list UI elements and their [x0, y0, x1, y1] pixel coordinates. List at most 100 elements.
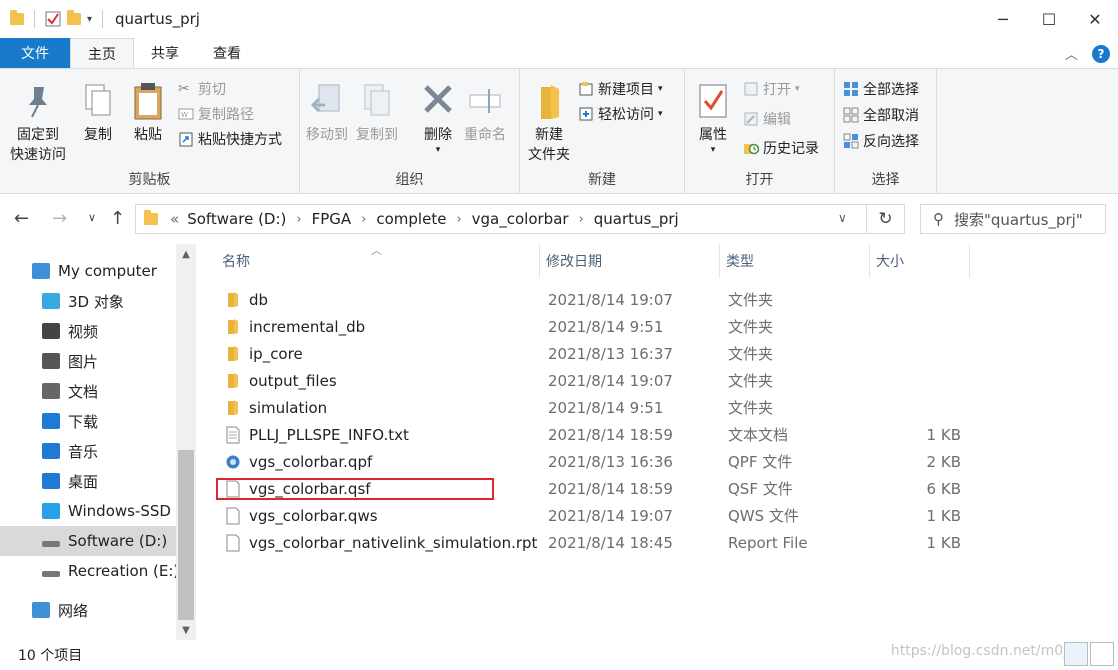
nav-item[interactable]: Recreation (E:) [0, 556, 176, 586]
breadcrumb-software-d[interactable]: Software (D:) [187, 210, 286, 228]
breadcrumb-fpga[interactable]: FPGA [312, 210, 352, 228]
file-row[interactable]: vgs_colorbar.qws 2021/8/14 19:07 QWS 文件 1 K… [216, 502, 1118, 529]
delete-button[interactable]: 删除 ▾ [420, 81, 456, 155]
pin-quick-access-button[interactable]: 固定到 快速访问 [10, 81, 66, 165]
easy-access-button[interactable]: 轻松访问 ▾ [578, 102, 663, 126]
file-row[interactable]: PLLJ_PLLSPE_INFO.txt 2021/8/14 18:59 文本文档 1… [216, 421, 1118, 448]
new-folder-icon[interactable] [67, 10, 81, 25]
picture-icon [42, 353, 60, 369]
select-group: 全部选择 全部取消 反向选择 选择 [835, 69, 937, 193]
computer-icon [32, 263, 50, 279]
forward-arrow-icon[interactable]: → [52, 208, 67, 229]
clipboard-group: 固定到 快速访问 复制 粘贴 ✂ 剪切 W 复制路径 粘贴快捷方式 剪贴板 [0, 69, 300, 193]
nav-item[interactable]: 视频 [0, 316, 176, 346]
organize-group-label: 组织 [395, 172, 424, 188]
history-button[interactable]: 历史记录 [743, 136, 819, 160]
move-to-button[interactable]: 移动到 [306, 81, 348, 145]
tab-home[interactable]: 主页 [70, 38, 134, 68]
rename-button[interactable]: 重命名 [464, 81, 506, 145]
back-arrow-icon[interactable]: ← [14, 208, 29, 229]
paste-button[interactable]: 粘贴 [130, 81, 166, 145]
cut-button[interactable]: ✂ 剪切 [178, 77, 226, 101]
recent-locations-chevron-icon[interactable]: ∨ [88, 211, 96, 224]
file-name: ip_core [249, 344, 303, 363]
file-row[interactable]: incremental_db 2021/8/14 9:51 文件夹 [216, 313, 1118, 340]
scroll-down-arrow-icon[interactable]: ▼ [176, 620, 196, 640]
nav-item[interactable]: 音乐 [0, 436, 176, 466]
nav-item[interactable]: 图片 [0, 346, 176, 376]
breadcrumb-chevron-icon[interactable]: › [579, 212, 584, 227]
file-type: 文本文档 [728, 426, 789, 444]
file-row[interactable]: simulation 2021/8/14 9:51 文件夹 [216, 394, 1118, 421]
music-icon [42, 443, 60, 459]
close-button[interactable]: ✕ [1072, 0, 1118, 38]
open-button[interactable]: 打开 ▾ [743, 77, 800, 101]
properties-dropdown-icon[interactable]: ▾ [711, 145, 716, 155]
column-header-size[interactable]: 大小 [870, 244, 970, 278]
file-row[interactable]: db 2021/8/14 19:07 文件夹 [216, 286, 1118, 313]
nav-item[interactable]: My computer [0, 256, 176, 286]
breadcrumb-vga-colorbar[interactable]: vga_colorbar [472, 210, 569, 228]
scroll-up-arrow-icon[interactable]: ▲ [176, 244, 196, 264]
invert-selection-button[interactable]: 反向选择 [843, 129, 919, 153]
file-row[interactable]: vgs_colorbar_nativelink_simulation.rpt 20… [216, 529, 1118, 556]
file-type: QSF 文件 [728, 480, 793, 498]
new-group-label: 新建 [588, 172, 616, 188]
refresh-button[interactable]: ↻ [867, 204, 905, 234]
nav-scrollbar[interactable]: ▲ ▼ [176, 244, 196, 640]
collapse-ribbon-icon[interactable]: ︿ [1065, 44, 1078, 63]
help-icon[interactable]: ? [1092, 44, 1110, 63]
edit-button[interactable]: 编辑 [743, 107, 791, 131]
tab-file[interactable]: 文件 [0, 38, 70, 68]
nav-item[interactable]: 桌面 [0, 466, 176, 496]
paste-shortcut-button[interactable]: 粘贴快捷方式 [178, 127, 282, 151]
address-bar[interactable]: « Software (D:) › FPGA › complete › vga_… [135, 204, 867, 234]
copy-button[interactable]: 复制 [80, 81, 116, 145]
quick-access-dropdown-icon[interactable]: ▾ [87, 14, 92, 25]
select-all-button[interactable]: 全部选择 [843, 77, 919, 101]
column-header-date[interactable]: 修改日期 [540, 244, 720, 278]
open-group-label: 打开 [745, 172, 774, 188]
breadcrumb-chevron-icon[interactable]: › [296, 212, 301, 227]
new-group: 新建 文件夹 新建项目 ▾ 轻松访问 ▾ 新建 [520, 69, 685, 193]
properties-button[interactable]: 属性 ▾ [695, 81, 731, 155]
new-item-button[interactable]: 新建项目 ▾ [578, 77, 663, 101]
maximize-button[interactable]: ☐ [1026, 0, 1072, 38]
nav-item[interactable]: Software (D:) [0, 526, 176, 556]
file-date: 2021/8/13 16:36 [548, 452, 673, 471]
column-header-name[interactable]: 名称 [216, 244, 540, 278]
file-date: 2021/8/13 16:37 [548, 344, 673, 363]
copy-to-button[interactable]: 复制到 [356, 81, 398, 145]
nav-item[interactable]: 网络 [0, 595, 176, 625]
svg-text:W: W [181, 111, 188, 119]
nav-item[interactable]: 3D 对象 [0, 286, 176, 316]
folder-icon [228, 291, 238, 307]
new-folder-button[interactable]: 新建 文件夹 [528, 81, 570, 165]
minimize-button[interactable]: ─ [980, 0, 1026, 38]
select-none-button[interactable]: 全部取消 [843, 103, 919, 127]
copy-path-button[interactable]: W 复制路径 [178, 102, 254, 126]
tab-share[interactable]: 共享 [134, 38, 196, 68]
breadcrumb-overflow[interactable]: « [170, 210, 179, 228]
file-row[interactable]: output_files 2021/8/14 19:07 文件夹 [216, 367, 1118, 394]
address-history-chevron-icon[interactable]: ∨ [838, 211, 847, 225]
breadcrumb-chevron-icon[interactable]: › [456, 212, 461, 227]
large-icons-view-button[interactable] [1090, 642, 1114, 666]
up-arrow-icon[interactable]: ↑ [110, 208, 125, 229]
file-row[interactable]: vgs_colorbar.qpf 2021/8/13 16:36 QPF 文件 2 K… [216, 448, 1118, 475]
search-box[interactable]: ⚲ 搜索"quartus_prj" [920, 204, 1106, 234]
breadcrumb-complete[interactable]: complete [376, 210, 446, 228]
breadcrumb-chevron-icon[interactable]: › [361, 212, 366, 227]
tab-view[interactable]: 查看 [196, 38, 258, 68]
nav-item[interactable]: Windows-SSD ( [0, 496, 176, 526]
nav-item[interactable]: 下载 [0, 406, 176, 436]
file-name: db [249, 290, 269, 309]
nav-item[interactable]: 文档 [0, 376, 176, 406]
breadcrumb-quartus-prj[interactable]: quartus_prj [594, 210, 679, 228]
delete-dropdown-icon[interactable]: ▾ [436, 145, 441, 155]
checkbox-properties-icon[interactable] [45, 11, 61, 27]
details-view-button[interactable] [1064, 642, 1088, 666]
nav-scroll-thumb[interactable] [178, 450, 194, 620]
column-header-type[interactable]: 类型 [720, 244, 870, 278]
file-row[interactable]: ip_core 2021/8/13 16:37 文件夹 [216, 340, 1118, 367]
